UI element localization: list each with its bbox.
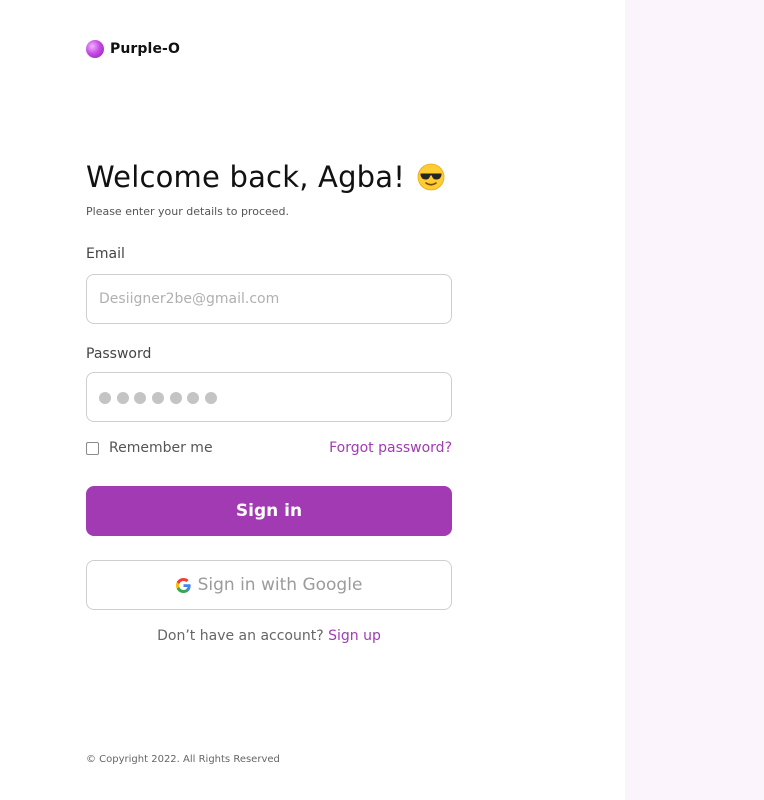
password-mask-dot: [169, 392, 182, 404]
password-mask-dot: [187, 392, 200, 404]
password-field[interactable]: [86, 372, 452, 422]
password-mask-dot: [99, 392, 111, 404]
smiling-face-with-sunglasses-icon: [417, 163, 445, 191]
logo-icon: [86, 40, 104, 58]
page-title: Welcome back, Agba!: [86, 160, 406, 194]
forgot-password-link[interactable]: Forgot password?: [329, 440, 452, 456]
email-field[interactable]: [87, 275, 451, 323]
password-label: Password: [86, 346, 152, 362]
sign-up-prompt: Don’t have an account?: [157, 628, 329, 644]
side-panel: [625, 0, 764, 800]
password-mask-dot: [116, 392, 129, 404]
password-mask-dot: [152, 392, 165, 404]
remember-me[interactable]: Remember me: [86, 440, 213, 456]
brand-name: Purple-O: [110, 41, 180, 57]
remember-checkbox[interactable]: [86, 441, 99, 455]
email-field-wrapper: [86, 274, 452, 324]
brand-logo: Purple-O: [86, 40, 180, 58]
password-mask: [99, 392, 223, 404]
page-subtitle: Please enter your details to proceed.: [86, 205, 290, 218]
remember-label: Remember me: [109, 440, 213, 456]
google-icon: [175, 577, 191, 593]
google-button-label: Sign in with Google: [197, 575, 363, 595]
email-label: Email: [86, 246, 125, 262]
sign-in-button[interactable]: Sign in: [86, 486, 452, 536]
sign-up-row: Don’t have an account? Sign up: [86, 628, 452, 644]
copyright-text: © Copyright 2022. All Rights Reserved: [86, 754, 280, 765]
page-title-row: Welcome back, Agba!: [86, 160, 445, 194]
sign-up-link[interactable]: Sign up: [328, 628, 381, 644]
password-mask-dot: [205, 392, 218, 404]
password-mask-dot: [134, 392, 147, 404]
google-sign-in-button[interactable]: Sign in with Google: [86, 560, 452, 610]
